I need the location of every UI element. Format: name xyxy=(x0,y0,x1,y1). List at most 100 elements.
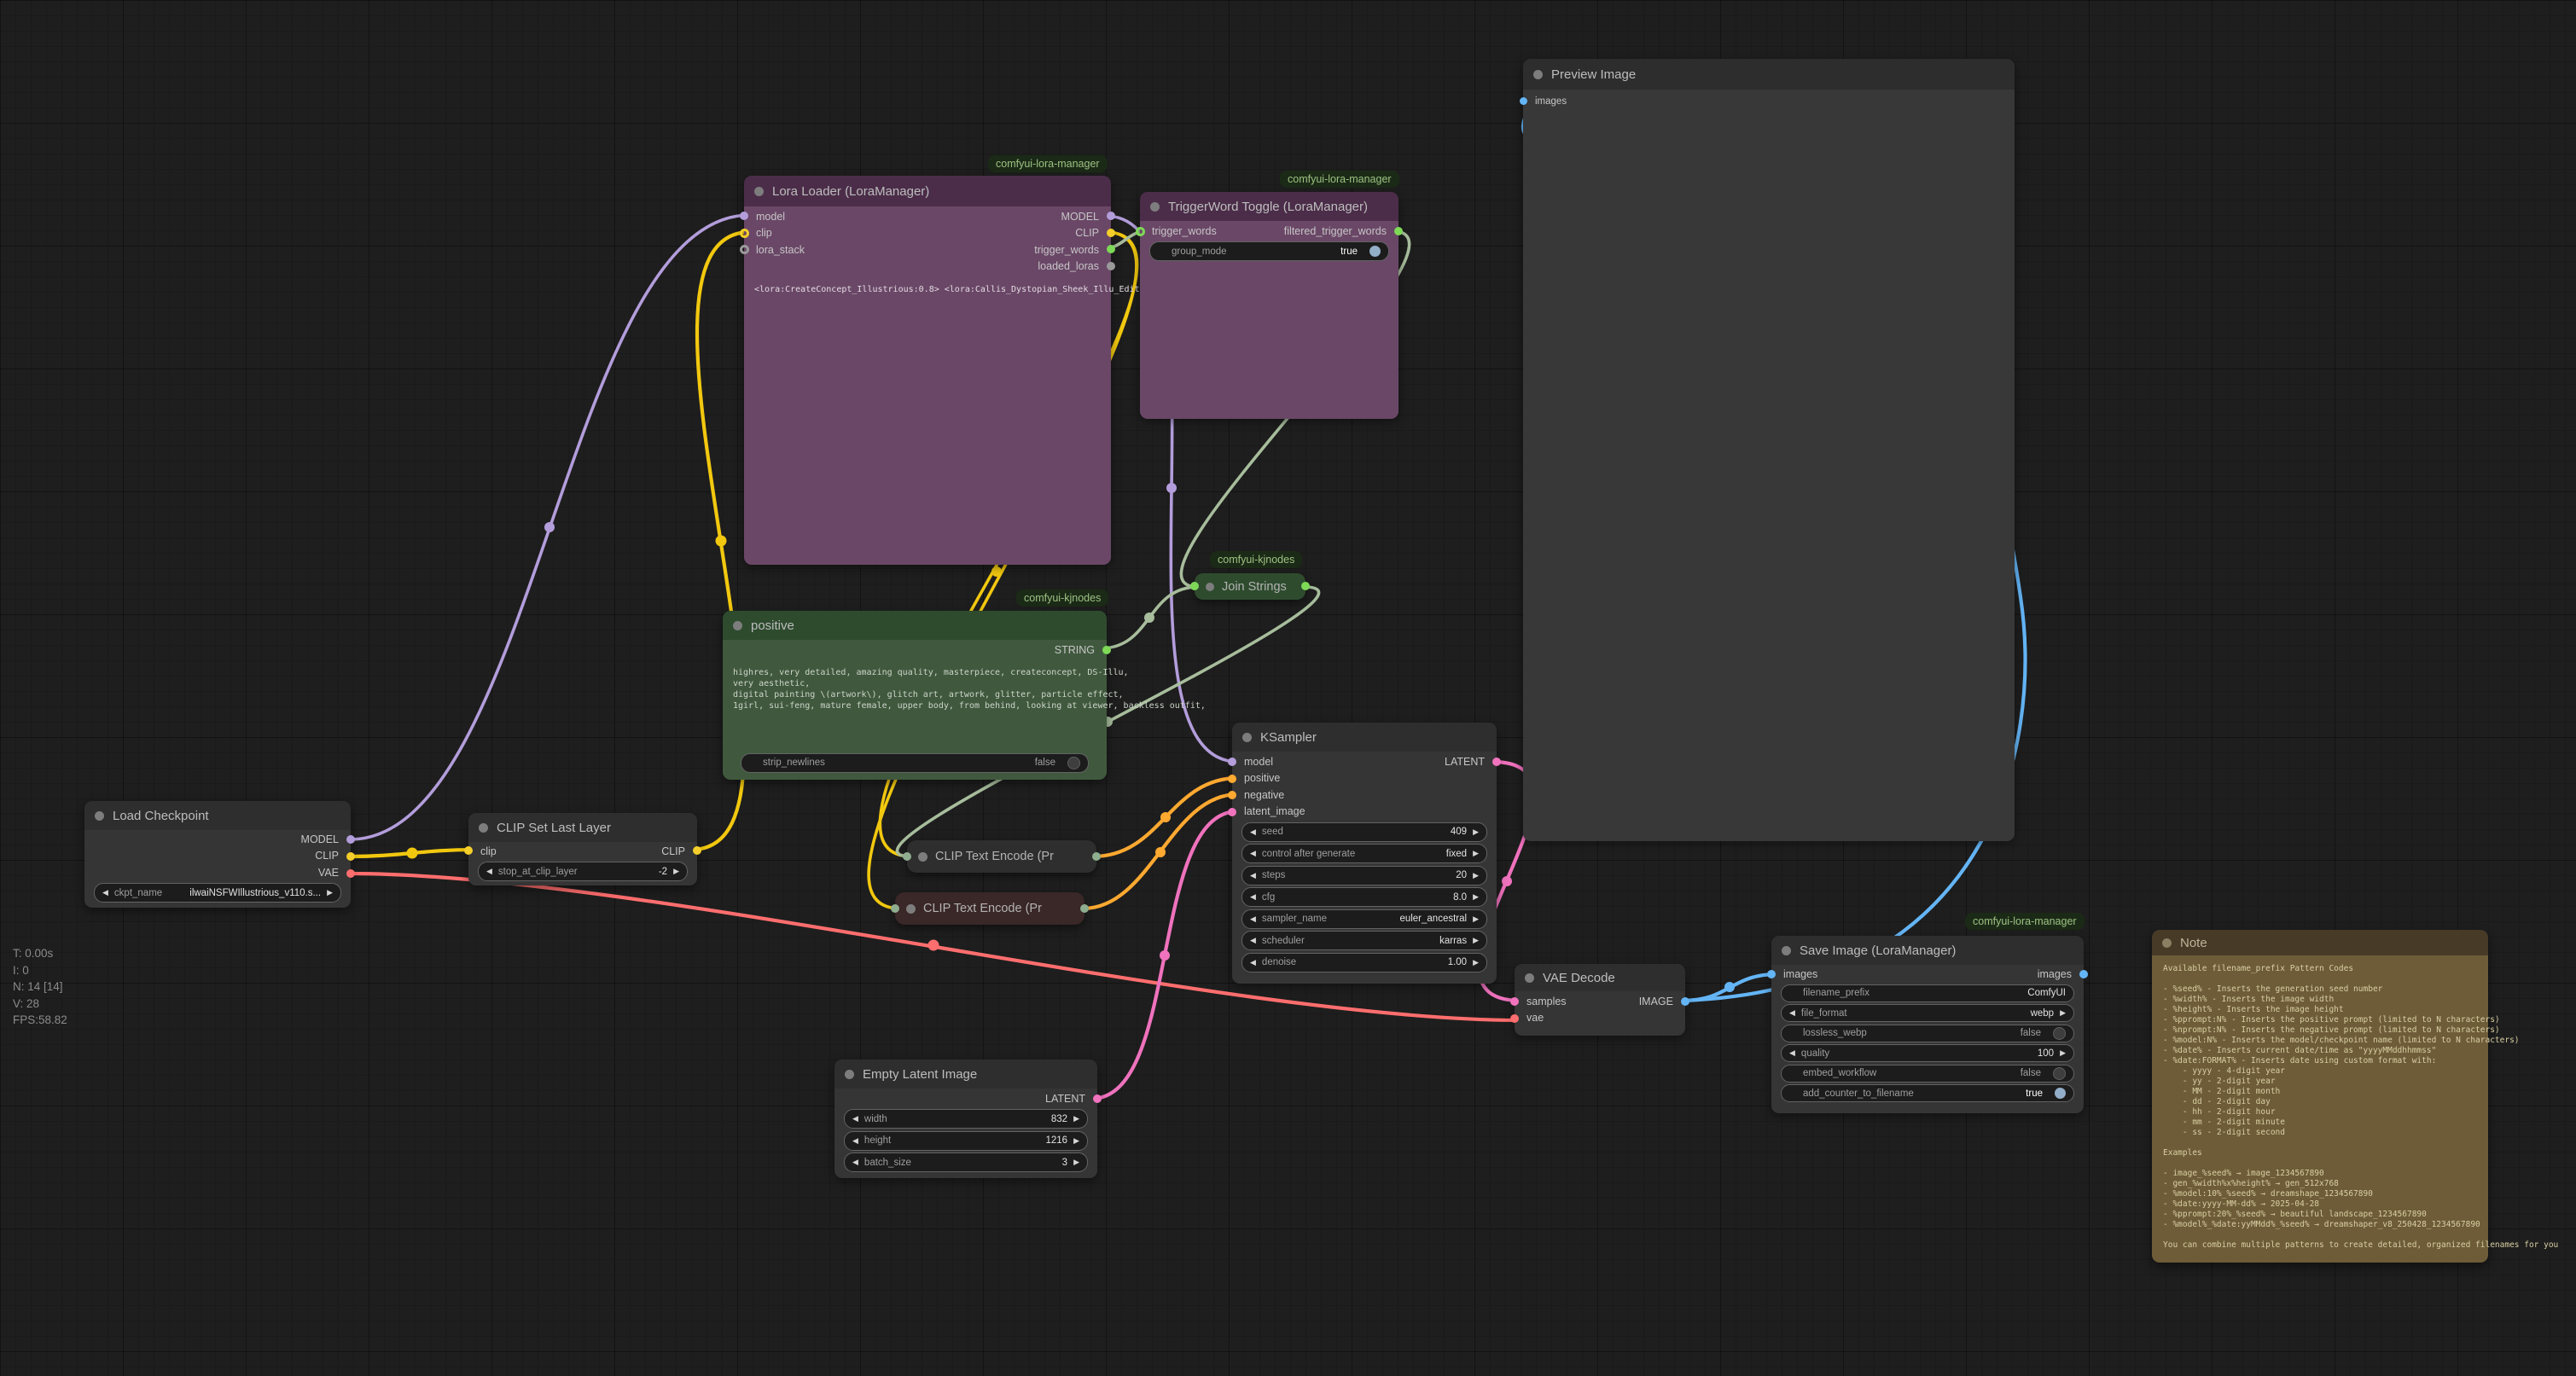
prompt-text[interactable]: highres, very detailed, amazing quality,… xyxy=(723,667,1107,711)
node-titlebar[interactable]: CLIP Set Last Layer xyxy=(468,813,697,842)
collapse-dot-icon[interactable] xyxy=(2162,938,2172,948)
filename-prefix-widget[interactable]: filename_prefix ComfyUI xyxy=(1781,984,2074,1002)
number-right-arrow-icon[interactable]: ▶ xyxy=(1073,1136,1079,1146)
node-titlebar[interactable]: KSampler xyxy=(1232,723,1497,752)
number-left-arrow-icon[interactable]: ◀ xyxy=(1250,827,1256,837)
number-right-arrow-icon[interactable]: ▶ xyxy=(1073,1114,1079,1123)
node-titlebar[interactable]: Empty Latent Image xyxy=(834,1060,1097,1089)
lora-syntax-text[interactable]: <lora:CreateConcept_Illustrious:0.8> <lo… xyxy=(744,285,1111,294)
number-left-arrow-icon[interactable]: ◀ xyxy=(852,1114,858,1123)
width-widget[interactable]: ◀ width 832 ▶ xyxy=(844,1109,1088,1129)
input-dot-trigger-words[interactable] xyxy=(1136,227,1145,236)
combo-right-arrow-icon[interactable]: ▶ xyxy=(1473,936,1479,945)
node-positive-prompt[interactable]: positive STRING highres, very detailed, … xyxy=(723,611,1107,778)
node-note[interactable]: Note Available filename_prefix Pattern C… xyxy=(2152,930,2488,1263)
collapse-dot-icon[interactable] xyxy=(754,187,764,196)
number-left-arrow-icon[interactable]: ◀ xyxy=(1250,871,1256,880)
node-ksampler[interactable]: KSampler model LATENT positive negative … xyxy=(1232,723,1497,982)
add-counter-widget[interactable]: add_counter_to_filename true xyxy=(1781,1084,2074,1102)
node-titlebar[interactable]: VAE Decode xyxy=(1515,964,1685,991)
number-right-arrow-icon[interactable]: ▶ xyxy=(1473,892,1479,902)
cfg-widget[interactable]: ◀ cfg 8.0 ▶ xyxy=(1241,887,1487,907)
node-lora-loader[interactable]: Lora Loader (LoraManager) model MODEL cl… xyxy=(744,176,1111,563)
output-dot-model[interactable] xyxy=(346,835,355,844)
combo-left-arrow-icon[interactable]: ◀ xyxy=(1250,914,1256,924)
input-dot-positive[interactable] xyxy=(1228,775,1236,783)
batch-size-widget[interactable]: ◀ batch_size 3 ▶ xyxy=(844,1152,1088,1172)
stop-at-clip-layer-widget[interactable]: ◀ stop_at_clip_layer -2 ▶ xyxy=(478,862,688,881)
collapse-dot-icon[interactable] xyxy=(1782,946,1791,955)
output-dot-clip[interactable] xyxy=(693,846,701,855)
input-dot-clip[interactable] xyxy=(740,229,749,238)
node-titlebar[interactable]: Lora Loader (LoraManager) xyxy=(744,176,1111,206)
input-dot-model[interactable] xyxy=(740,212,748,220)
embed-workflow-widget[interactable]: embed_workflow false xyxy=(1781,1065,2074,1083)
input-dot[interactable] xyxy=(1190,582,1199,590)
output-dot-filtered-trigger-words[interactable] xyxy=(1394,227,1403,235)
collapse-dot-icon[interactable] xyxy=(479,823,488,833)
node-clip-text-encode-negative[interactable]: CLIP Text Encode (Pr xyxy=(895,892,1084,925)
input-dot-images[interactable] xyxy=(1520,97,1527,105)
height-widget[interactable]: ◀ height 1216 ▶ xyxy=(844,1131,1088,1151)
node-titlebar[interactable]: Preview Image xyxy=(1523,59,2015,90)
number-left-arrow-icon[interactable]: ◀ xyxy=(1250,892,1256,902)
input-dot-vae[interactable] xyxy=(1510,1014,1519,1023)
steps-widget[interactable]: ◀ steps 20 ▶ xyxy=(1241,866,1487,885)
output-dot-image[interactable] xyxy=(1681,997,1689,1006)
output-dot[interactable] xyxy=(1080,904,1089,913)
input-dot-images[interactable] xyxy=(1767,970,1776,978)
output-dot[interactable] xyxy=(1092,852,1101,861)
lossless-webp-widget[interactable]: lossless_webp false xyxy=(1781,1025,2074,1042)
toggle-knob[interactable] xyxy=(1369,246,1381,257)
node-titlebar[interactable]: Save Image (LoraManager) xyxy=(1771,936,2084,965)
collapse-dot-icon[interactable] xyxy=(1525,973,1534,983)
quality-widget[interactable]: ◀ quality 100 ▶ xyxy=(1781,1044,2074,1062)
output-dot-string[interactable] xyxy=(1102,646,1111,654)
output-dot-vae[interactable] xyxy=(346,869,355,878)
node-titlebar[interactable]: Note xyxy=(2152,930,2488,955)
toggle-knob[interactable] xyxy=(2055,1088,2066,1099)
seed-widget[interactable]: ◀ seed 409 ▶ xyxy=(1241,822,1487,842)
number-right-arrow-icon[interactable]: ▶ xyxy=(673,867,679,876)
input-dot[interactable] xyxy=(903,852,911,861)
node-titlebar[interactable]: positive xyxy=(723,611,1107,640)
output-dot-model[interactable] xyxy=(1107,212,1115,220)
collapse-dot-icon[interactable] xyxy=(1533,70,1543,79)
input-dot-clip[interactable] xyxy=(464,846,473,855)
collapse-dot-icon[interactable] xyxy=(733,621,742,630)
node-clip-text-encode-positive[interactable]: CLIP Text Encode (Pr xyxy=(907,840,1096,873)
output-dot-clip[interactable] xyxy=(346,852,355,861)
node-empty-latent-image[interactable]: Empty Latent Image LATENT ◀ width 832 ▶ … xyxy=(834,1060,1097,1176)
number-left-arrow-icon[interactable]: ◀ xyxy=(852,1136,858,1146)
node-triggerword-toggle[interactable]: TriggerWord Toggle (LoraManager) trigger… xyxy=(1140,192,1398,417)
input-dot-lora-stack[interactable] xyxy=(740,245,749,254)
number-right-arrow-icon[interactable]: ▶ xyxy=(1473,827,1479,837)
collapse-dot-icon[interactable] xyxy=(906,904,916,914)
number-right-arrow-icon[interactable]: ▶ xyxy=(1473,871,1479,880)
combo-right-arrow-icon[interactable]: ▶ xyxy=(2060,1008,2066,1018)
input-dot-samples[interactable] xyxy=(1510,997,1519,1006)
output-dot-clip[interactable] xyxy=(1107,229,1115,237)
collapse-dot-icon[interactable] xyxy=(1206,583,1214,591)
node-vae-decode[interactable]: VAE Decode samples IMAGE vae xyxy=(1515,964,1685,1034)
collapse-dot-icon[interactable] xyxy=(845,1070,854,1079)
node-load-checkpoint[interactable]: Load Checkpoint MODEL CLIP VAE ◀ ckpt_na… xyxy=(84,801,351,907)
number-left-arrow-icon[interactable]: ◀ xyxy=(1250,958,1256,967)
collapse-dot-icon[interactable] xyxy=(1150,202,1160,212)
denoise-widget[interactable]: ◀ denoise 1.00 ▶ xyxy=(1241,953,1487,972)
input-dot-negative[interactable] xyxy=(1228,791,1236,799)
node-titlebar[interactable]: Load Checkpoint xyxy=(84,801,351,830)
scheduler-widget[interactable]: ◀ scheduler karras ▶ xyxy=(1241,931,1487,950)
combo-right-arrow-icon[interactable]: ▶ xyxy=(327,888,333,897)
output-dot[interactable] xyxy=(1301,582,1310,590)
collapse-dot-icon[interactable] xyxy=(1242,733,1252,742)
output-dot-images[interactable] xyxy=(2079,970,2088,978)
toggle-knob[interactable] xyxy=(2053,1067,2066,1080)
output-dot-loaded-loras[interactable] xyxy=(1107,262,1115,270)
number-right-arrow-icon[interactable]: ▶ xyxy=(2060,1048,2066,1058)
node-titlebar[interactable]: TriggerWord Toggle (LoraManager) xyxy=(1140,192,1398,221)
output-dot-latent[interactable] xyxy=(1093,1094,1102,1103)
combo-left-arrow-icon[interactable]: ◀ xyxy=(1789,1008,1795,1018)
sampler-name-widget[interactable]: ◀ sampler_name euler_ancestral ▶ xyxy=(1241,909,1487,929)
collapse-dot-icon[interactable] xyxy=(918,852,927,862)
